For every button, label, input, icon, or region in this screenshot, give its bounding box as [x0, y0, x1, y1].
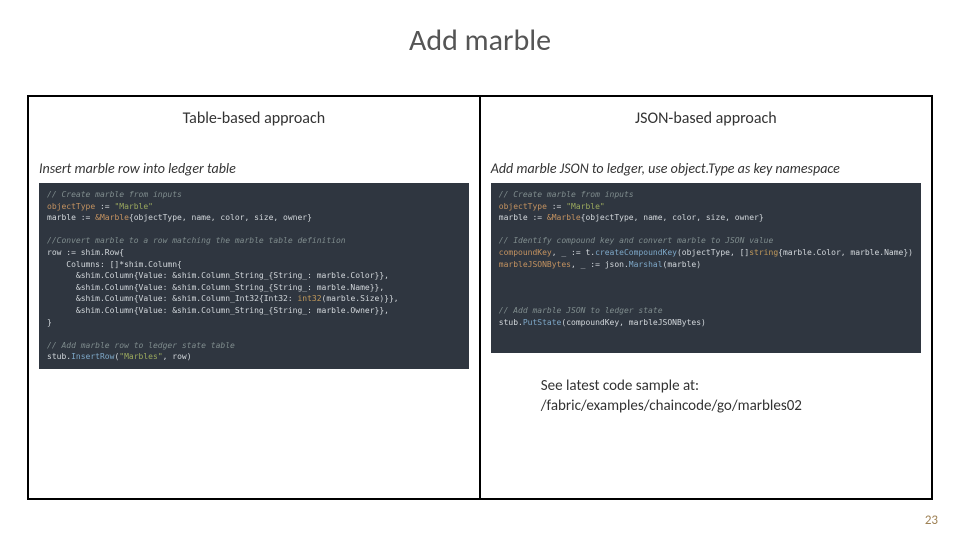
- code-text: &shim.Column{Value: &shim.Column_String_…: [47, 283, 384, 292]
- code-text: , _ := t.: [552, 248, 595, 257]
- code-text: {marble.Color, marble.Name}): [778, 248, 913, 257]
- code-text: compoundKey: [499, 248, 552, 257]
- code-text: createCompoundKey: [595, 248, 677, 257]
- code-text: objectType: [499, 202, 547, 211]
- left-heading: Table-based approach: [29, 97, 479, 150]
- code-text: (marble.Size)}},: [322, 294, 399, 303]
- code-text: row := shim.Row{: [47, 248, 124, 257]
- code-text: &Marble: [95, 213, 129, 222]
- page-number: 23: [925, 513, 938, 528]
- code-text: string: [749, 248, 778, 257]
- code-text: stub.: [47, 352, 71, 361]
- slide: Add marble Table-based approach Insert m…: [0, 0, 960, 540]
- code-text: &Marble: [547, 213, 581, 222]
- code-text: Columns: []*shim.Column{: [47, 260, 182, 269]
- code-text: &shim.Column{Value: &shim.Column_Int32{I…: [47, 294, 297, 303]
- code-text: (objectType, []: [677, 248, 749, 257]
- code-text: objectType: [47, 202, 95, 211]
- code-comment: //Convert marble to a row matching the m…: [47, 236, 346, 245]
- code-text: PutState: [523, 318, 562, 327]
- left-subhead: Insert marble row into ledger table: [29, 150, 479, 179]
- page-title: Add marble: [0, 0, 960, 73]
- code-comment: // Add marble JSON to ledger state: [499, 306, 663, 315]
- code-text: "Marbles": [119, 352, 162, 361]
- right-code-block: // Create marble from inputs objectType …: [491, 183, 921, 353]
- right-subhead: Add marble JSON to ledger, use object.Ty…: [481, 150, 931, 179]
- code-text: Marshal: [629, 260, 663, 269]
- code-comment: // Create marble from inputs: [499, 190, 634, 199]
- code-text: {objectType, name, color, size, owner}: [129, 213, 312, 222]
- code-text: :=: [547, 202, 566, 211]
- code-text: :=: [95, 202, 114, 211]
- right-heading: JSON-based approach: [481, 97, 931, 150]
- footnote: See latest code sample at: /fabric/examp…: [481, 359, 931, 422]
- code-text: (compoundKey, marbleJSONBytes): [561, 318, 706, 327]
- code-text: InsertRow: [71, 352, 114, 361]
- code-text: &shim.Column{Value: &shim.Column_String_…: [47, 271, 389, 280]
- code-comment: // Add marble row to ledger state table: [47, 341, 235, 350]
- code-text: "Marble": [114, 202, 153, 211]
- code-text: {objectType, name, color, size, owner}: [581, 213, 764, 222]
- left-code-block: // Create marble from inputs objectType …: [39, 183, 469, 369]
- code-text: stub.: [499, 318, 523, 327]
- code-text: }: [47, 318, 52, 327]
- right-column: JSON-based approach Add marble JSON to l…: [479, 97, 931, 498]
- code-text: int32: [297, 294, 321, 303]
- code-text: , _ := json.: [571, 260, 629, 269]
- footnote-line: /fabric/examples/chaincode/go/marbles02: [541, 397, 921, 417]
- code-text: , row): [163, 352, 192, 361]
- code-text: &shim.Column{Value: &shim.Column_String_…: [47, 306, 389, 315]
- footnote-line: See latest code sample at:: [541, 377, 921, 397]
- code-text: marble :=: [499, 213, 547, 222]
- code-text: (marble): [663, 260, 702, 269]
- left-column: Table-based approach Insert marble row i…: [29, 97, 479, 498]
- comparison-table: Table-based approach Insert marble row i…: [27, 95, 933, 500]
- code-text: "Marble": [566, 202, 605, 211]
- code-comment: // Identify compound key and convert mar…: [499, 236, 774, 245]
- code-text: marble :=: [47, 213, 95, 222]
- code-text: marbleJSONBytes: [499, 260, 571, 269]
- code-comment: // Create marble from inputs: [47, 190, 182, 199]
